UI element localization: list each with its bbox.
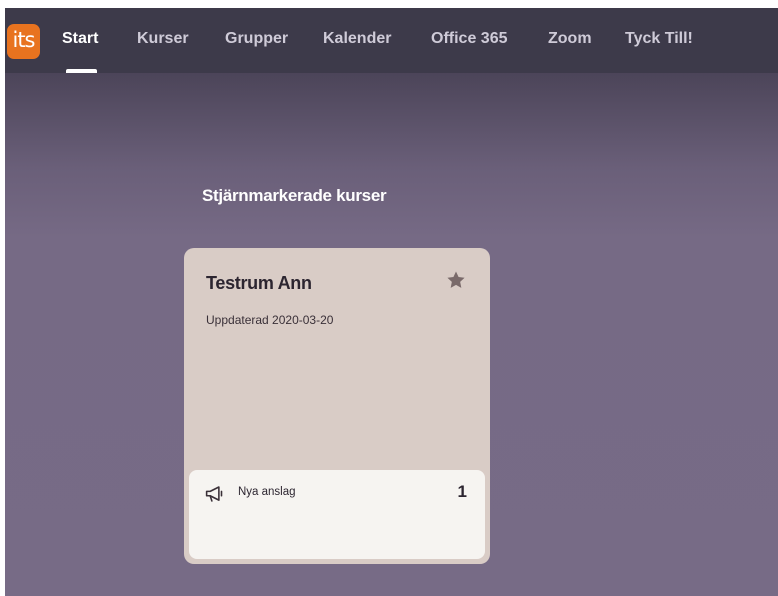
course-title[interactable]: Testrum Ann bbox=[206, 273, 312, 294]
nav-item-office-365[interactable]: Office 365 bbox=[431, 30, 507, 48]
nav-item-kalender[interactable]: Kalender bbox=[323, 30, 391, 48]
top-navigation-bar: its Start Kurser Grupper Kalender Office… bbox=[5, 8, 778, 73]
course-updated-date: Uppdaterad 2020-03-20 bbox=[206, 313, 334, 327]
nav-item-kurser[interactable]: Kurser bbox=[137, 30, 189, 48]
main-nav: Start Kurser Grupper Kalender Office 365… bbox=[5, 8, 778, 73]
announcements-link[interactable]: Nya anslag 1 bbox=[189, 470, 485, 559]
nav-item-start[interactable]: Start bbox=[62, 30, 98, 48]
starred-courses-heading: Stjärnmarkerade kurser bbox=[202, 186, 387, 205]
announcements-label: Nya anslag bbox=[238, 486, 296, 498]
nav-item-tyck-till[interactable]: Tyck Till! bbox=[625, 30, 693, 48]
announcements-count: 1 bbox=[457, 482, 467, 501]
star-icon[interactable] bbox=[446, 270, 466, 290]
app-frame: its Start Kurser Grupper Kalender Office… bbox=[5, 8, 778, 596]
course-card[interactable]: Testrum Ann Uppdaterad 2020-03-20 Nya an… bbox=[184, 248, 490, 564]
nav-item-grupper[interactable]: Grupper bbox=[225, 30, 288, 48]
active-tab-indicator bbox=[66, 69, 97, 73]
nav-item-zoom[interactable]: Zoom bbox=[548, 30, 592, 48]
megaphone-icon bbox=[205, 486, 223, 502]
